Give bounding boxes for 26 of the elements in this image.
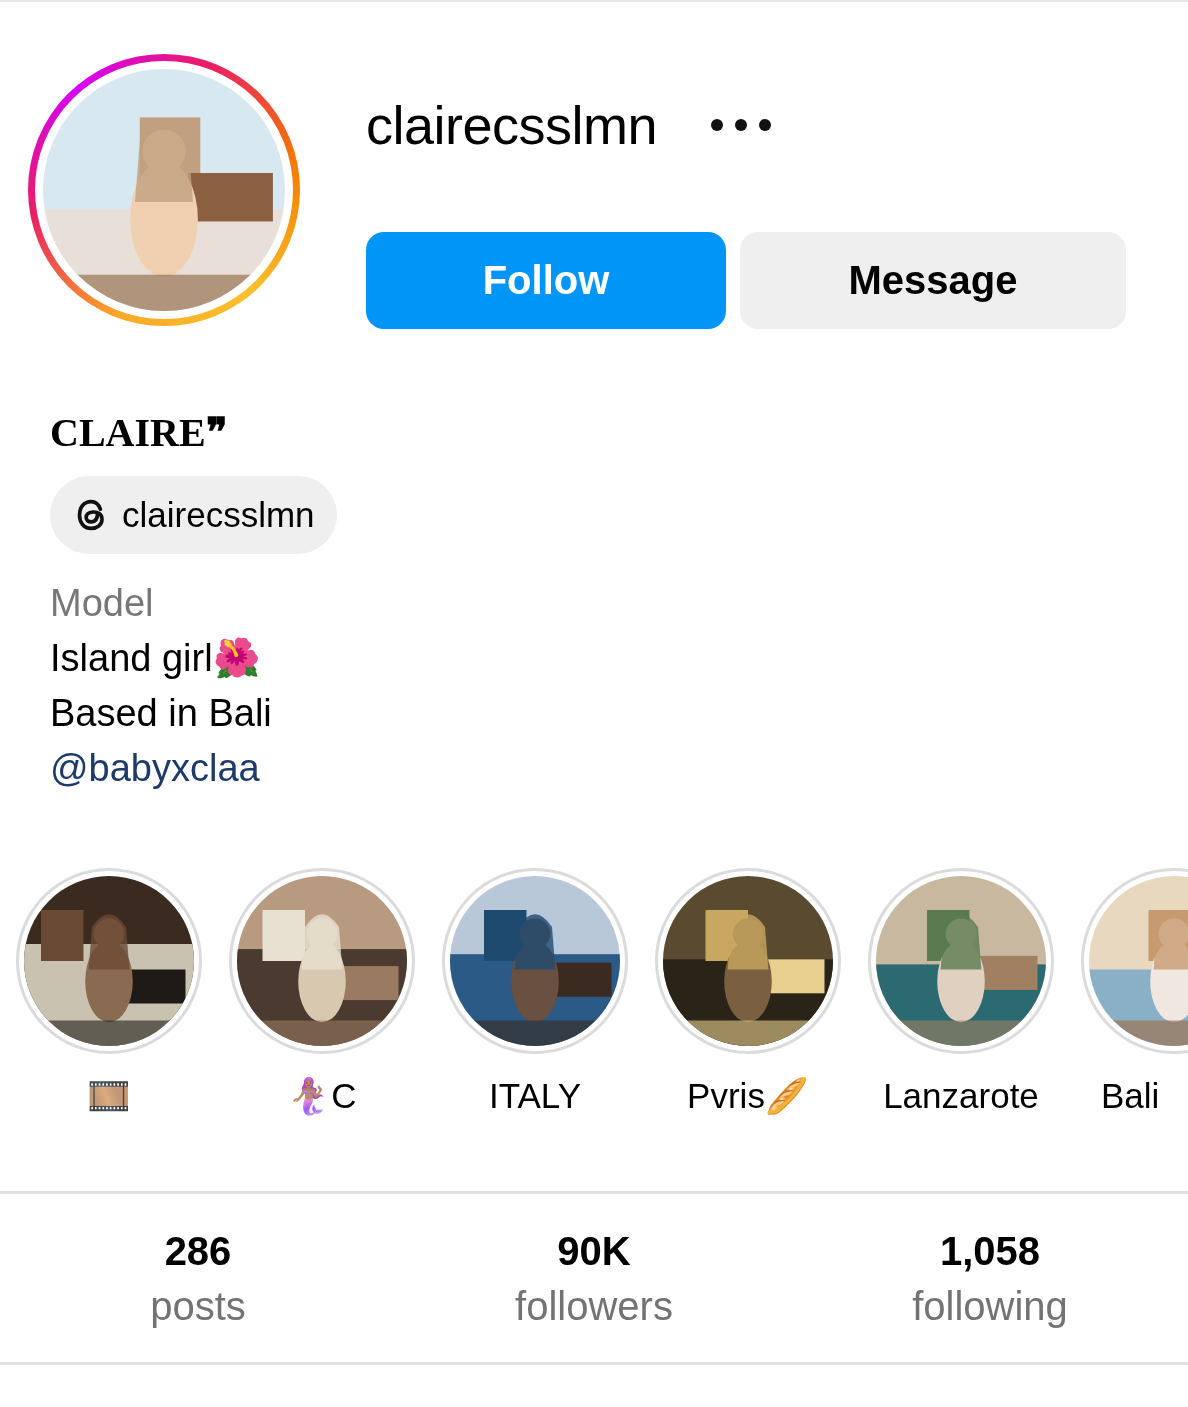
highlight-label: Pvris🥖	[687, 1076, 809, 1117]
stat-count: 90K	[557, 1228, 631, 1275]
highlight[interactable]	[16, 868, 202, 1054]
display-name: CLAIRE❞	[50, 409, 228, 456]
bio-text: Based in Bali	[50, 691, 272, 736]
username: clairecsslmn	[366, 94, 658, 156]
bio-text: Island girl🌺	[50, 636, 260, 681]
highlight-label: Lanzarote	[883, 1076, 1039, 1116]
highlight[interactable]	[655, 868, 841, 1054]
bio-link[interactable]: @babyxclaa	[50, 741, 260, 796]
highlight-label: 🧜🏽‍♀C	[287, 1076, 357, 1117]
stat-label: followers	[515, 1283, 673, 1330]
category-label: Model	[50, 581, 154, 626]
stat-label: following	[912, 1283, 1068, 1330]
stat-count: 1,058	[939, 1228, 1041, 1275]
highlight[interactable]	[868, 868, 1054, 1054]
highlight[interactable]	[229, 868, 415, 1054]
highlight[interactable]	[442, 868, 628, 1054]
stat-label: posts	[150, 1283, 246, 1330]
highlight-label: 🎞	[87, 1076, 131, 1117]
message-button[interactable]: Message	[740, 232, 1126, 329]
stat-count: 286	[164, 1228, 232, 1275]
threads-badge[interactable]: clairecsslmn	[50, 476, 337, 554]
highlight-label: ITALY	[488, 1076, 582, 1116]
more-icon[interactable]	[709, 117, 774, 133]
highlight-label: Bali	[1101, 1076, 1160, 1116]
